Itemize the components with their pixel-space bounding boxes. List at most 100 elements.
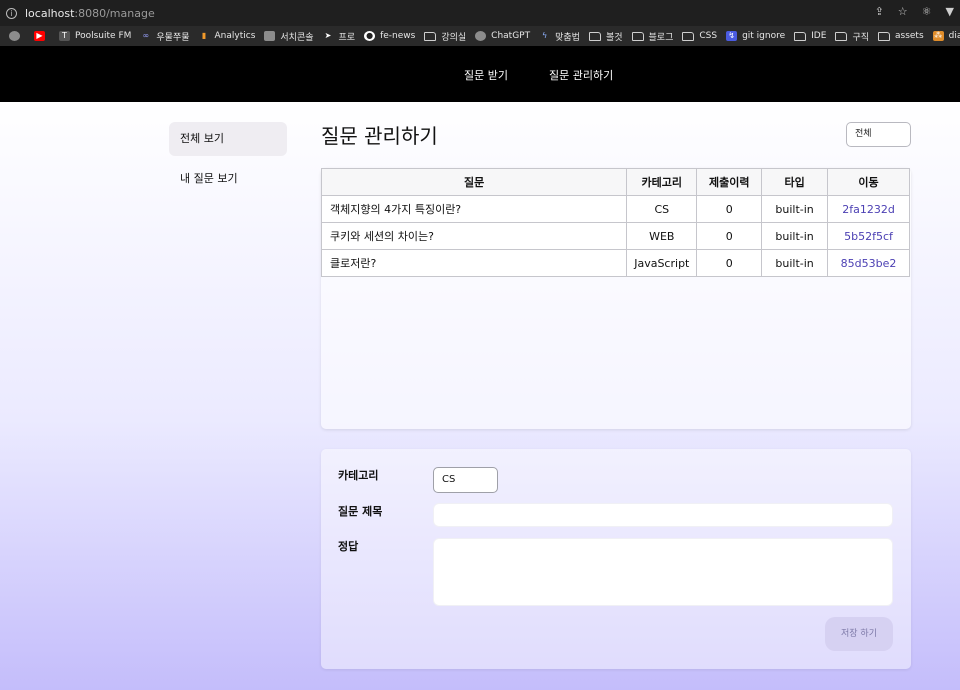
browser-url-bar[interactable]: i localhost:8080/manage ⇪ ☆ ⚛ ▼: [0, 0, 960, 26]
bookmark-css[interactable]: CSS: [682, 31, 717, 41]
bookmark-label: fe-news: [380, 31, 416, 41]
category-select[interactable]: CS: [433, 467, 498, 493]
bookmark-analytics[interactable]: ▮ Analytics: [199, 31, 256, 41]
bookmark-label: 구직: [852, 32, 869, 43]
vue-icon[interactable]: ▼: [946, 5, 954, 18]
diagrams-icon: ⁂: [932, 31, 944, 41]
cell-category: CS: [626, 195, 698, 223]
bookmark-label: CSS: [699, 31, 718, 41]
bookmark-partial[interactable]: [9, 31, 25, 41]
answer-label: 정답: [338, 540, 359, 553]
url-text[interactable]: localhost:8080/manage: [25, 7, 155, 20]
circle-icon: [9, 31, 20, 41]
folder-icon: [682, 31, 695, 41]
bookmarks-bar: ▶ T Poolsuite FM ∞ 우물쭈물 ▮ Analytics 서치콘솔 ➤ 프…: [0, 26, 960, 46]
folder-icon: [794, 31, 807, 41]
header-move: 이동: [827, 168, 910, 196]
save-button[interactable]: 저장 하기: [825, 617, 893, 651]
bookmark-poolsuite[interactable]: T Poolsuite FM: [59, 31, 131, 41]
table-row: 클로저란? JavaScript 0 built-in 85d53be2: [320, 249, 910, 277]
bookmark-spelling[interactable]: ϟ 맞춤법: [539, 30, 580, 43]
folder-icon: [878, 31, 890, 41]
bookmark-gitignore[interactable]: ↯ git ignore: [726, 31, 785, 41]
answer-textarea[interactable]: [433, 538, 893, 606]
bookmark-label: 프로: [338, 32, 356, 43]
bookmark-watch[interactable]: 볼것: [588, 30, 623, 43]
bookmark-umul[interactable]: ∞ 우물쭈물: [140, 30, 190, 43]
bookmark-label: ChatGPT: [491, 31, 531, 41]
browser-actions: ⇪ ☆ ⚛ ▼: [875, 5, 954, 18]
bookmark-label: Poolsuite FM: [75, 31, 132, 41]
cell-type: built-in: [761, 222, 829, 250]
analytics-icon: ▮: [201, 31, 207, 40]
bookmark-diagrams[interactable]: ⁂ diagrams: [932, 31, 960, 41]
nav-manage-questions[interactable]: 질문 관리하기: [549, 67, 613, 83]
bookmark-label: assets: [895, 31, 924, 41]
github-icon: ●: [364, 31, 376, 41]
youtube-icon: ▶: [34, 31, 45, 41]
extension-icon[interactable]: ⚛: [922, 5, 932, 18]
bookmark-ide[interactable]: IDE: [794, 31, 826, 41]
page-title: 질문 관리하기: [321, 124, 438, 148]
title-input[interactable]: [433, 503, 893, 527]
header-submissions: 제출이력: [696, 168, 763, 196]
star-icon[interactable]: ☆: [898, 5, 908, 18]
bookmark-youtube[interactable]: ▶: [34, 31, 50, 41]
bookmark-chatgpt[interactable]: ChatGPT: [475, 31, 530, 41]
console-icon: [264, 31, 276, 41]
folder-icon: [835, 31, 848, 41]
bookmark-label: 강의실: [441, 32, 467, 43]
top-navigation: 질문 받기 질문 관리하기: [0, 46, 960, 102]
header-type: 타입: [761, 168, 829, 196]
folder-icon: [424, 31, 437, 41]
bookmark-jobs[interactable]: 구직: [835, 30, 869, 43]
bookmark-pro[interactable]: ➤ 프로: [323, 30, 356, 43]
git-icon: ↯: [726, 31, 738, 41]
nav-receive-questions[interactable]: 질문 받기: [464, 67, 508, 83]
bookmark-searchconsole[interactable]: 서치콘솔: [264, 30, 314, 43]
category-label: 카테고리: [338, 469, 379, 482]
title-label: 질문 제목: [338, 505, 383, 518]
cell-move-link[interactable]: 5b52f5cf: [827, 222, 910, 250]
table-row: 객체지향의 4가지 특징이란? CS 0 built-in 2fa1232d: [320, 195, 910, 223]
folder-icon: [588, 31, 601, 41]
cell-submissions: 0: [696, 195, 763, 223]
arrow-icon: ➤: [324, 31, 332, 40]
bookmark-label: 볼것: [605, 32, 623, 43]
bookmark-label: git ignore: [742, 31, 786, 41]
cell-question: 클로저란?: [320, 249, 628, 277]
bookmark-label: IDE: [811, 31, 827, 41]
table-row: 쿠키와 세션의 차이는? WEB 0 built-in 5b52f5cf: [320, 222, 910, 250]
cell-question: 객체지향의 4가지 특징이란?: [320, 195, 628, 223]
question-table-card: 질문 카테고리 제출이력 타입 이동 객체지향의 4가지 특징이란? CS 0 …: [320, 168, 911, 429]
bookmark-label: 블로그: [648, 32, 674, 43]
bookmark-fe-news[interactable]: ● fe-news: [364, 31, 415, 41]
cell-move-link[interactable]: 85d53be2: [827, 249, 910, 277]
bookmark-blog[interactable]: 블로그: [631, 30, 674, 43]
bookmark-label: Analytics: [214, 31, 256, 41]
table-header-row: 질문 카테고리 제출이력 타입 이동: [320, 168, 910, 196]
cell-type: built-in: [761, 195, 829, 223]
filter-select[interactable]: 전체: [846, 122, 911, 147]
bookmark-assets[interactable]: assets: [878, 31, 924, 41]
bookmark-lecture[interactable]: 강의실: [424, 30, 466, 43]
url-path: :8080/manage: [74, 6, 155, 20]
bookmark-label: 서치콘솔: [280, 32, 314, 43]
chatgpt-icon: [475, 31, 487, 41]
info-icon[interactable]: i: [6, 7, 17, 19]
question-form: 카테고리 CS 질문 제목 정답 저장 하기: [321, 449, 911, 669]
cell-category: WEB: [626, 222, 698, 250]
cell-question: 쿠키와 세션의 차이는?: [320, 222, 628, 250]
cell-type: built-in: [761, 249, 829, 277]
url-host: localhost: [25, 6, 75, 20]
header-question: 질문: [320, 168, 628, 196]
bolt-icon: ϟ: [541, 31, 548, 40]
question-table: 질문 카테고리 제출이력 타입 이동 객체지향의 4가지 특징이란? CS 0 …: [320, 168, 910, 277]
share-icon[interactable]: ⇪: [875, 5, 884, 18]
cell-submissions: 0: [696, 249, 763, 277]
cell-move-link[interactable]: 2fa1232d: [827, 195, 910, 223]
infinity-icon: ∞: [142, 31, 150, 40]
sidebar-item-my-questions[interactable]: 내 질문 보기: [169, 162, 287, 196]
folder-icon: [631, 31, 644, 41]
sidebar-item-all[interactable]: 전체 보기: [169, 122, 287, 156]
